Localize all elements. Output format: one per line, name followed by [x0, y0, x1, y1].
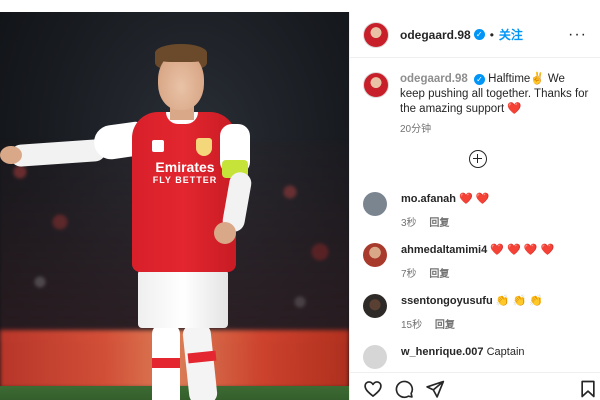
shirt-sponsor: Emirates FLY BETTER [140, 160, 230, 185]
reply-button[interactable]: 回复 [429, 218, 449, 229]
sock-band [152, 358, 180, 368]
player-right-hand [214, 222, 236, 244]
comment-avatar[interactable] [363, 294, 387, 318]
verified-badge-icon: ✓ [473, 74, 485, 85]
reply-button[interactable]: 回复 [429, 269, 449, 280]
send-icon[interactable] [425, 379, 445, 399]
comment-icon[interactable] [394, 379, 414, 399]
comment-timestamp: 7秒 [401, 269, 417, 280]
reply-button[interactable]: 回复 [435, 320, 455, 331]
post-photo[interactable]: Emirates FLY BETTER [0, 12, 349, 400]
more-options-icon[interactable]: ··· [568, 26, 587, 44]
verified-badge-icon: ✓ [473, 29, 485, 40]
separator-dot: • [489, 27, 494, 42]
comment-avatar[interactable] [363, 243, 387, 267]
bookmark-icon[interactable] [578, 379, 598, 399]
sponsor-line-2: FLY BETTER [152, 175, 218, 185]
comment-username[interactable]: ssentongoyusufu [401, 295, 493, 307]
caption-author-avatar[interactable] [363, 72, 389, 98]
comment-item: w_henrique.007 Captain [363, 345, 593, 369]
kit-logo [152, 140, 164, 152]
follow-button[interactable]: 关注 [499, 26, 523, 43]
post-caption: odegaard.98 ✓ Halftime✌️ We keep pushing… [363, 72, 593, 137]
comment-username[interactable]: w_henrique.007 [401, 346, 484, 358]
post-header: odegaard.98 ✓ • 关注 ··· [350, 12, 600, 58]
comment-avatar[interactable] [363, 192, 387, 216]
player-shorts [138, 268, 228, 328]
plus-circle-icon[interactable] [469, 150, 487, 168]
comment-username[interactable]: ahmedaltamimi4 [401, 244, 487, 256]
player-left-hand [0, 146, 22, 164]
player-hair-top [155, 44, 207, 62]
comment-username[interactable]: mo.afanah [401, 193, 456, 205]
post-action-bar [350, 372, 600, 400]
top-strip [0, 0, 600, 12]
author-username[interactable]: odegaard.98 [400, 28, 471, 42]
comment-item: mo.afanah ❤️ ❤️ 3秒 回复 [363, 192, 593, 229]
caption-timestamp: 20分钟 [400, 124, 432, 135]
comment-avatar[interactable] [363, 345, 387, 369]
author-avatar[interactable] [363, 21, 389, 48]
caption-author-username[interactable]: odegaard.98 [400, 73, 468, 85]
comment-text: Captain [486, 346, 525, 358]
comment-item: ahmedaltamimi4 ❤️ ❤️ ❤️ ❤️ 7秒 回复 [363, 243, 593, 280]
club-crest [196, 138, 212, 156]
comment-text: ❤️ ❤️ [459, 193, 490, 205]
comment-item: ssentongoyusufu 👏 👏 👏 15秒 回复 [363, 294, 593, 331]
comment-timestamp: 15秒 [401, 320, 423, 331]
sponsor-line-1: Emirates [155, 159, 215, 175]
comment-text: ❤️ ❤️ ❤️ ❤️ [490, 244, 555, 256]
post-side-panel: odegaard.98 ✓ • 关注 ··· odegaard.98 ✓ Hal… [349, 12, 600, 400]
heart-icon[interactable] [363, 379, 383, 399]
comment-timestamp: 3秒 [401, 218, 417, 229]
comment-text: 👏 👏 👏 [495, 295, 543, 307]
